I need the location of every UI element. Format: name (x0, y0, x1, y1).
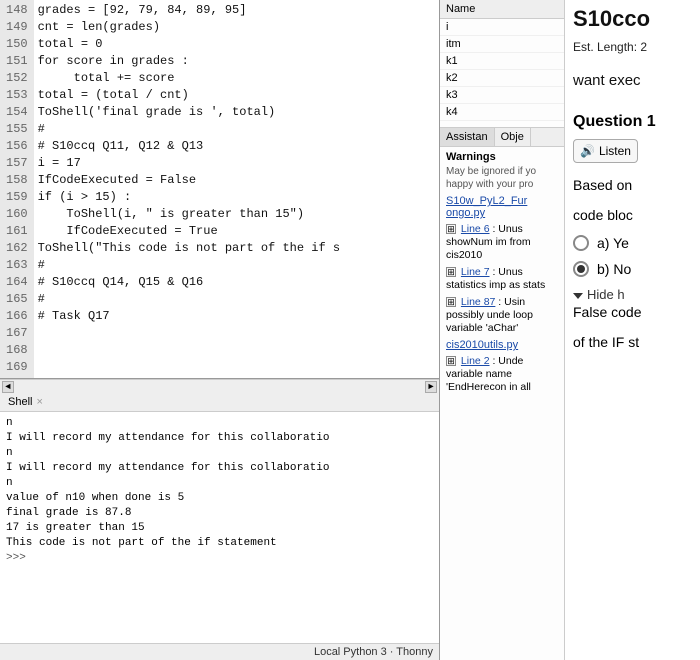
tab-object[interactable]: Obje (495, 128, 531, 146)
listen-label: Listen (599, 144, 631, 158)
variable-row[interactable]: k4 (440, 104, 564, 121)
variable-row[interactable]: i (440, 19, 564, 36)
warning-line-link[interactable]: Line 2 (461, 355, 490, 367)
warnings-block: Warnings May be ignored if yo happy with… (440, 147, 564, 398)
status-bar: Local Python 3 · Thonny (0, 643, 439, 660)
warning-line-link[interactable]: Line 7 (461, 266, 490, 278)
shell-output[interactable]: nI will record my attendance for this co… (0, 412, 439, 643)
variable-row[interactable]: k1 (440, 53, 564, 70)
false-code-text: False code (573, 302, 696, 322)
horizontal-scrollbar[interactable]: ◄ ► (0, 379, 439, 393)
warnings-file2-link[interactable]: cis2010utils.py (446, 339, 558, 351)
shell-tab[interactable]: Shell × (0, 393, 439, 412)
scroll-left-icon[interactable]: ◄ (2, 381, 14, 393)
listen-button[interactable]: 🔊 Listen (573, 139, 638, 163)
scroll-right-icon[interactable]: ► (425, 381, 437, 393)
hide-toggle[interactable]: Hide h (573, 287, 696, 302)
code-lines[interactable]: grades = [92, 79, 84, 89, 95]cnt = len(g… (34, 0, 344, 378)
quiz-want-exec: want exec (573, 72, 696, 89)
warnings-subtitle: May be ignored if yo happy with your pro (446, 165, 558, 191)
editor-column: 1481491501511521531541551561571581591601… (0, 0, 440, 660)
variables-header: Name (440, 0, 564, 19)
question-body-1: Based on (573, 175, 696, 195)
variable-row[interactable]: k2 (440, 70, 564, 87)
expand-icon[interactable]: ⊞ (446, 267, 456, 277)
expand-icon[interactable]: ⊞ (446, 297, 456, 307)
variable-row[interactable]: itm (440, 36, 564, 53)
tab-assistant[interactable]: Assistan (440, 128, 495, 146)
expand-icon[interactable]: ⊞ (446, 224, 456, 234)
line-gutter: 1481491501511521531541551561571581591601… (0, 0, 34, 378)
option-b-label: b) No (597, 261, 631, 277)
of-if-text: of the IF st (573, 332, 696, 352)
warning-item[interactable]: ⊞ Line 87 : Usin possibly unde loop vari… (446, 296, 558, 335)
quiz-est-length: Est. Length: 2 (573, 40, 696, 54)
warning-line-link[interactable]: Line 87 (461, 296, 495, 308)
assistant-tabs: Assistan Obje (440, 127, 564, 147)
shell-tab-label: Shell (8, 396, 32, 408)
code-editor[interactable]: 1481491501511521531541551561571581591601… (0, 0, 439, 379)
warnings-file-link[interactable]: S10w_PyL2_Fur ongo.py (446, 195, 558, 219)
chevron-down-icon (573, 293, 583, 299)
warning-item[interactable]: ⊞ Line 2 : Unde variable name 'EndHereco… (446, 355, 558, 394)
warnings-title: Warnings (446, 151, 558, 163)
speaker-icon: 🔊 (580, 144, 595, 158)
close-icon[interactable]: × (36, 396, 42, 408)
radio-a[interactable] (573, 235, 589, 251)
side-panel: Name iitmk1k2k3k4 Assistan Obje Warnings… (440, 0, 565, 660)
quiz-title: S10cco (573, 6, 696, 32)
option-a-row[interactable]: a) Ye (573, 235, 696, 251)
option-a-label: a) Ye (597, 235, 629, 251)
warning-item[interactable]: ⊞ Line 7 : Unus statistics imp as stats (446, 266, 558, 292)
warning-line-link[interactable]: Line 6 (461, 223, 490, 235)
question-body-2: code bloc (573, 205, 696, 225)
quiz-panel: S10cco Est. Length: 2 want exec Question… (565, 0, 700, 660)
warning-item[interactable]: ⊞ Line 6 : Unus showNum im from cis2010 (446, 223, 558, 262)
expand-icon[interactable]: ⊞ (446, 356, 456, 366)
variable-row[interactable]: k3 (440, 87, 564, 104)
radio-b[interactable] (573, 261, 589, 277)
question-heading: Question 1 (573, 113, 696, 131)
option-b-row[interactable]: b) No (573, 261, 696, 277)
